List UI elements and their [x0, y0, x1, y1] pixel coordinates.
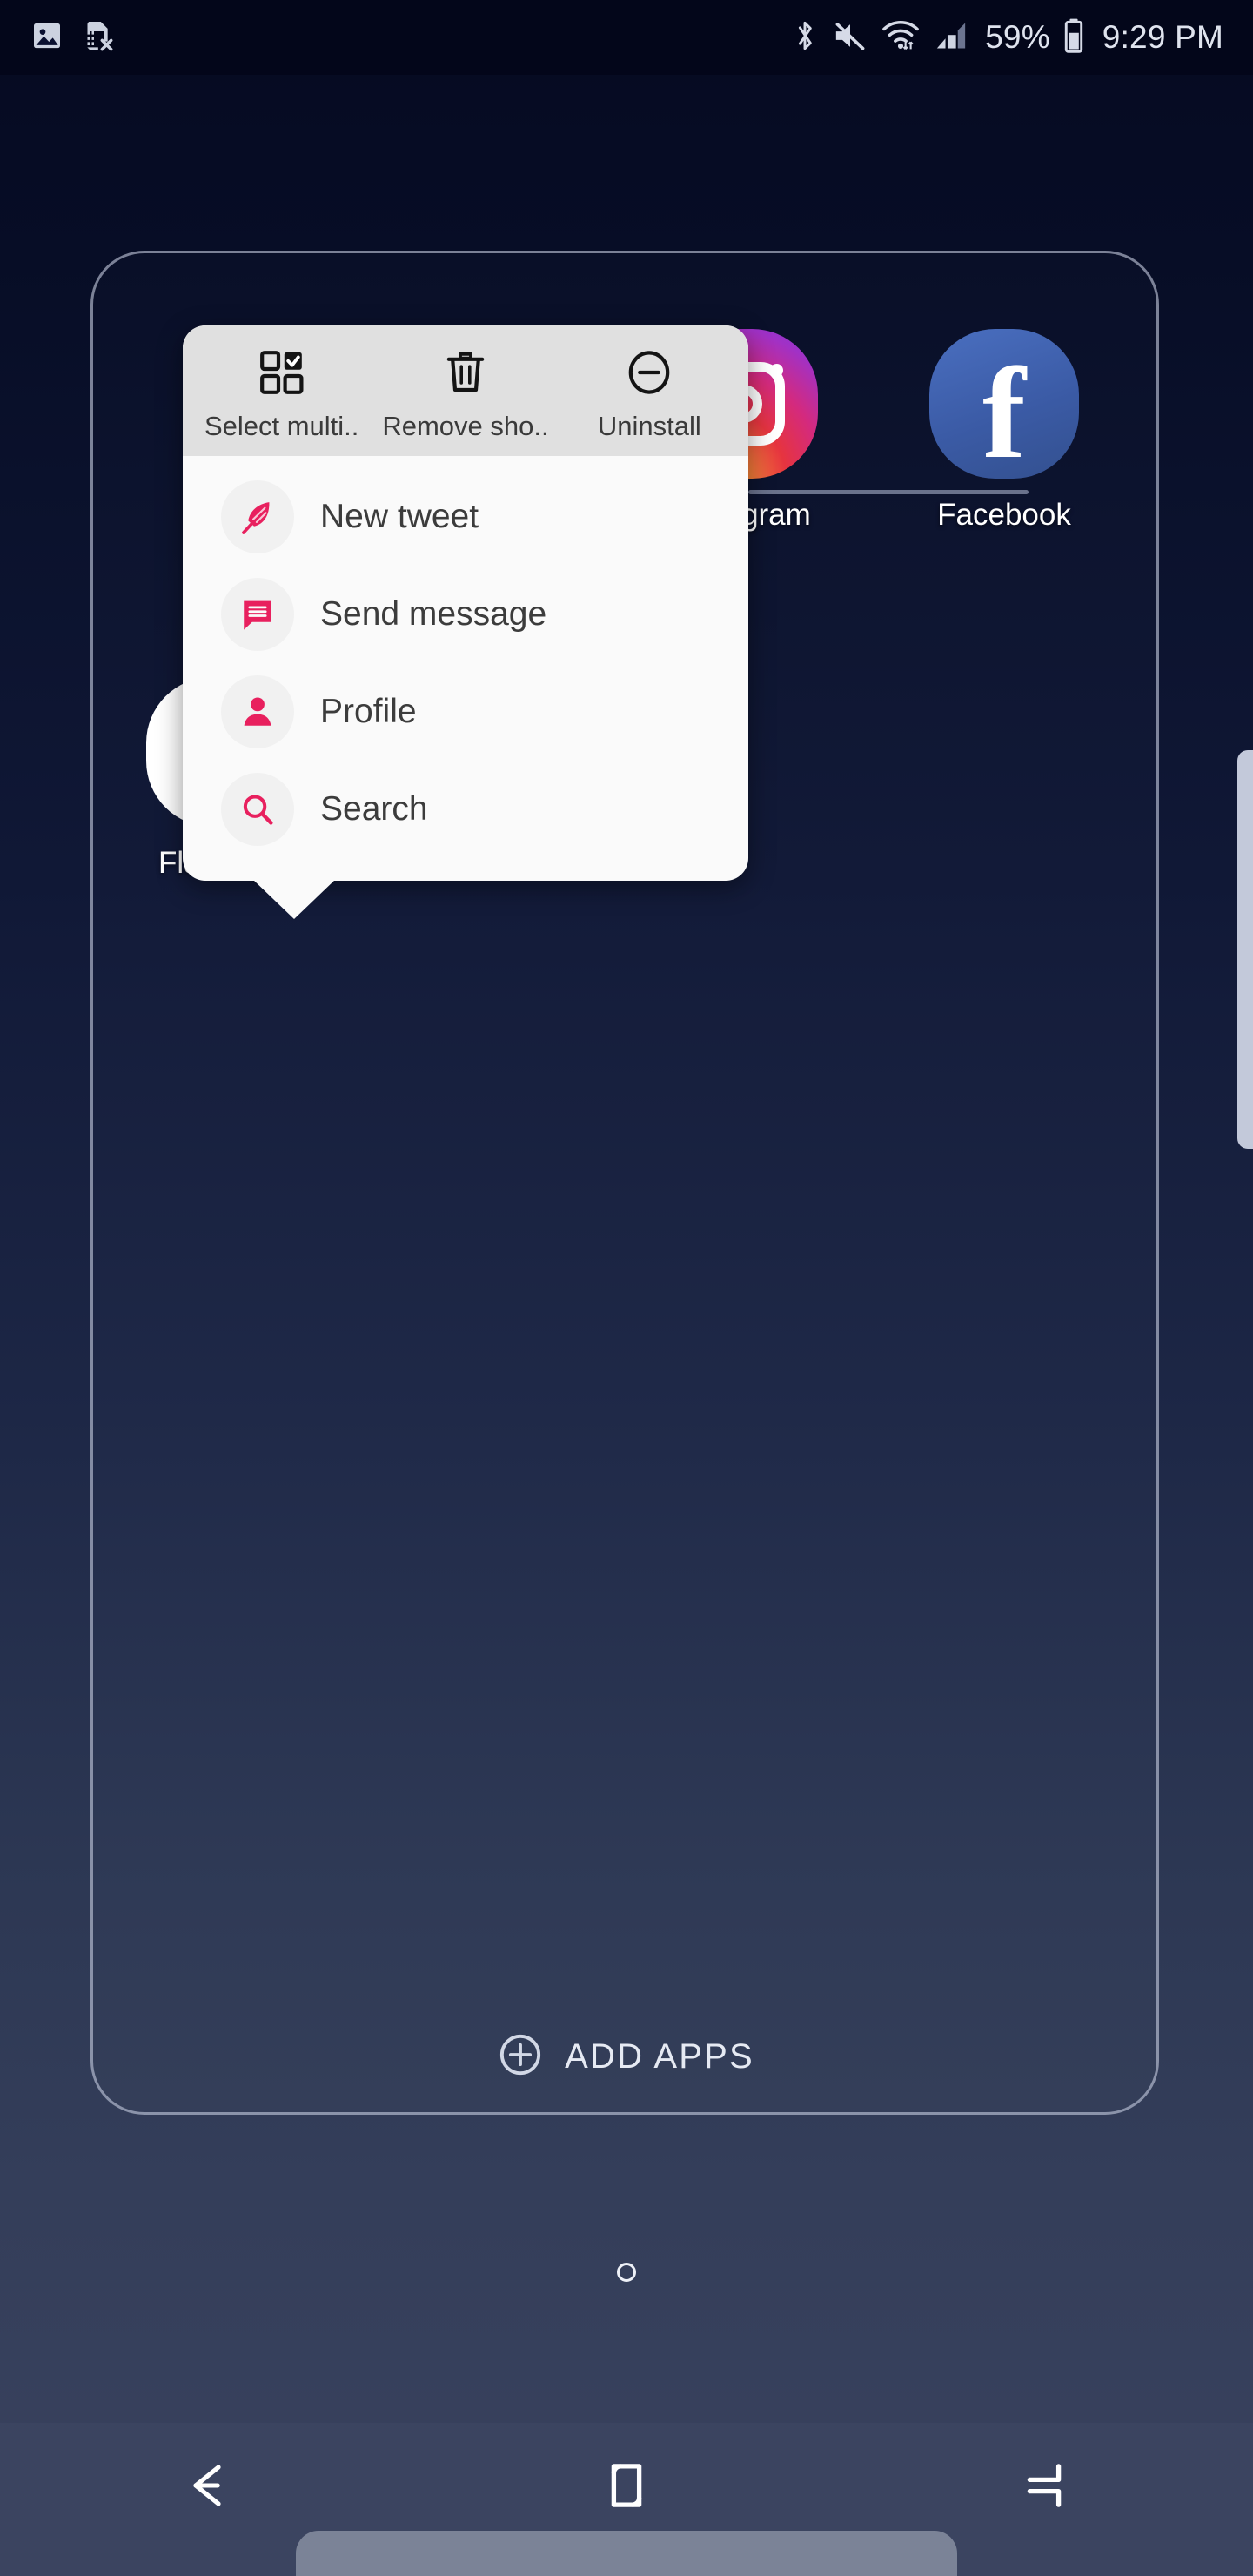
trash-icon [443, 348, 488, 397]
add-apps-button[interactable]: ADD APPS [0, 2033, 1253, 2081]
nav-home-button[interactable] [522, 2447, 731, 2527]
remove-shortcut-label: Remove sho.. [382, 411, 549, 441]
shortcut-item-profile[interactable]: Profile [183, 663, 748, 761]
nav-recents-button[interactable] [940, 2447, 1149, 2527]
shortcut-item-send-message[interactable]: Send message [183, 566, 748, 663]
shortcut-label-send-message: Send message [320, 595, 547, 633]
battery-percent-text: 59% [985, 19, 1050, 55]
page-indicator [0, 2263, 1253, 2282]
status-bar-clock: 9:29 PM [1102, 19, 1223, 55]
app-label-facebook: Facebook [937, 498, 1071, 532]
nav-gesture-handle[interactable] [296, 2531, 957, 2576]
home-screen: 59% 9:29 PM Ins [0, 0, 1253, 2576]
minus-circle-icon [626, 348, 672, 397]
image-icon [30, 18, 64, 57]
plus-circle-icon [499, 2033, 542, 2081]
page-dot-1[interactable] [617, 2263, 636, 2282]
signal-bars-icon [933, 18, 969, 57]
message-icon [221, 578, 294, 651]
shortcut-label-search: Search [320, 790, 428, 828]
status-bar-left-icons [30, 18, 115, 57]
volume-mute-icon [832, 18, 868, 57]
popup-tail-pointer [252, 879, 336, 919]
recents-icon [1019, 2459, 1069, 2517]
sim-card-off-icon [80, 18, 115, 57]
page-scrollbar[interactable] [1237, 750, 1253, 1149]
app-icon-facebook[interactable]: f Facebook [874, 329, 1135, 533]
select-multiple-icon [259, 348, 305, 397]
wifi-icon [881, 17, 921, 58]
app-shortcut-popup: Select multi.. Remove sho.. Uninstall Ne… [183, 325, 748, 919]
status-bar-right-icons: 59% 9:29 PM [790, 17, 1223, 58]
popup-action-row: Select multi.. Remove sho.. Uninstall [183, 325, 748, 456]
uninstall-label: Uninstall [597, 411, 701, 441]
nav-back-button[interactable] [104, 2447, 313, 2527]
status-bar: 59% 9:29 PM [0, 0, 1253, 75]
shortcut-label-profile: Profile [320, 693, 417, 730]
select-multiple-button[interactable]: Select multi.. [190, 348, 373, 442]
uninstall-button[interactable]: Uninstall [558, 348, 741, 442]
facebook-icon: f [929, 329, 1079, 479]
shortcut-label-new-tweet: New tweet [320, 498, 479, 535]
feather-icon [221, 480, 294, 553]
search-icon [221, 773, 294, 846]
select-multiple-label: Select multi.. [204, 411, 359, 441]
shortcut-item-new-tweet[interactable]: New tweet [183, 468, 748, 566]
battery-icon [1062, 17, 1085, 58]
back-arrow-icon [182, 2459, 236, 2517]
add-apps-label: ADD APPS [565, 2037, 754, 2076]
home-square-icon [601, 2459, 652, 2517]
remove-shortcut-button[interactable]: Remove sho.. [373, 348, 557, 442]
person-icon [221, 675, 294, 748]
shortcut-item-search[interactable]: Search [183, 761, 748, 858]
bluetooth-icon [790, 17, 820, 58]
navigation-bar [0, 2423, 1253, 2576]
popup-shortcut-list: New tweet Send message Profile Search [183, 456, 748, 881]
